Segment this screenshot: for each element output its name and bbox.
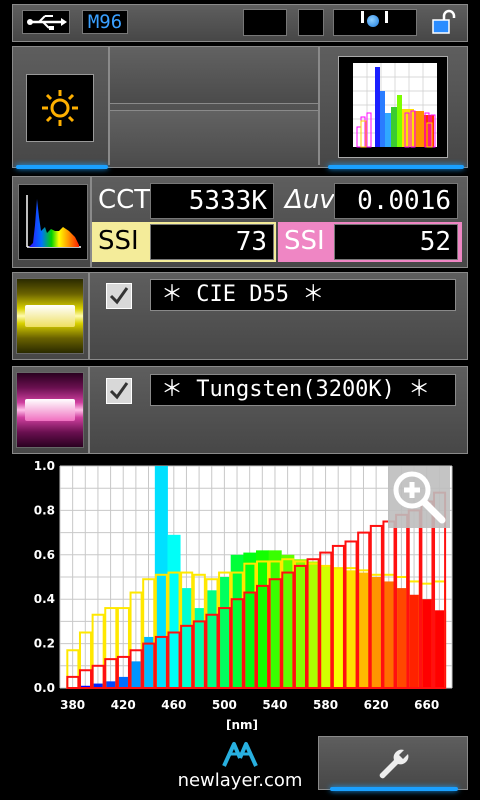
top-info-slot-2 [110, 110, 318, 167]
status-indicator-left-tick [361, 11, 364, 23]
cct-value: 5333K [150, 183, 274, 219]
chart-xlabel: [nm] [226, 718, 258, 730]
mode-button-underline [16, 165, 108, 169]
x-tick-label: 420 [111, 698, 136, 712]
reference-1-checkbox[interactable] [106, 283, 132, 309]
y-tick-label: 0.8 [34, 503, 55, 517]
ssi-2-label: SSI [284, 226, 325, 256]
brand-logo [220, 740, 260, 768]
spectrum-thumbnail-underline [328, 165, 464, 169]
x-tick-label: 460 [161, 698, 186, 712]
reference-1-name[interactable]: ＊ CIE D55 ＊ [150, 279, 456, 311]
top-info-slot-1 [110, 47, 318, 104]
x-tick-label: 500 [212, 698, 237, 712]
x-tick-label: 580 [313, 698, 338, 712]
duv-value: 0.0016 [334, 183, 458, 219]
status-slot-2 [298, 9, 324, 36]
duv-label: Δuv [285, 185, 335, 215]
wrench-icon [379, 749, 409, 779]
ssi-2-value: 52 [334, 224, 458, 260]
reference-1-color-band [25, 305, 75, 327]
reference-2-color-button[interactable] [16, 372, 84, 448]
spectrum-thumbnail-button[interactable] [338, 56, 448, 158]
status-slot-1 [243, 9, 287, 36]
battery-dot-icon [367, 15, 379, 27]
mode-button[interactable] [26, 74, 94, 142]
spectrum-thumbnail-icon [353, 63, 437, 148]
usb-icon [22, 10, 70, 34]
x-tick-label: 620 [364, 698, 389, 712]
top-divider-right [318, 47, 320, 165]
reference-1-divider [88, 273, 90, 359]
settings-button-underline [330, 787, 458, 791]
ssi-1-label: SSI [98, 226, 139, 256]
model-label: M96 [82, 10, 128, 34]
status-indicator-right-tick [385, 11, 388, 23]
cct-label: CCT [98, 185, 151, 215]
settings-button[interactable] [318, 736, 468, 790]
y-tick-label: 0.2 [34, 637, 55, 651]
unlock-icon[interactable] [430, 9, 456, 35]
x-tick-label: 380 [60, 698, 85, 712]
zoom-button[interactable] [388, 466, 450, 528]
zoom-in-icon [393, 471, 446, 524]
spectrum-mode-button[interactable] [18, 184, 88, 260]
y-tick-label: 0.0 [34, 681, 55, 695]
reference-2-checkbox[interactable] [106, 378, 132, 404]
ssi-1-value: 73 [150, 224, 274, 260]
y-tick-label: 1.0 [34, 460, 55, 473]
y-tick-label: 0.6 [34, 548, 55, 562]
reference-2-color-band [25, 399, 75, 421]
reference-2-divider [88, 367, 90, 453]
spectrum-graph-icon [26, 195, 81, 248]
sun-icon [42, 90, 78, 126]
x-tick-label: 660 [414, 698, 439, 712]
brand-text: newlayer.com [177, 770, 303, 791]
reference-1-color-button[interactable] [16, 278, 84, 354]
x-tick-label: 540 [262, 698, 287, 712]
reference-2-name[interactable]: ＊ Tungsten(3200K) ＊ [150, 374, 456, 406]
y-tick-label: 0.4 [34, 592, 55, 606]
